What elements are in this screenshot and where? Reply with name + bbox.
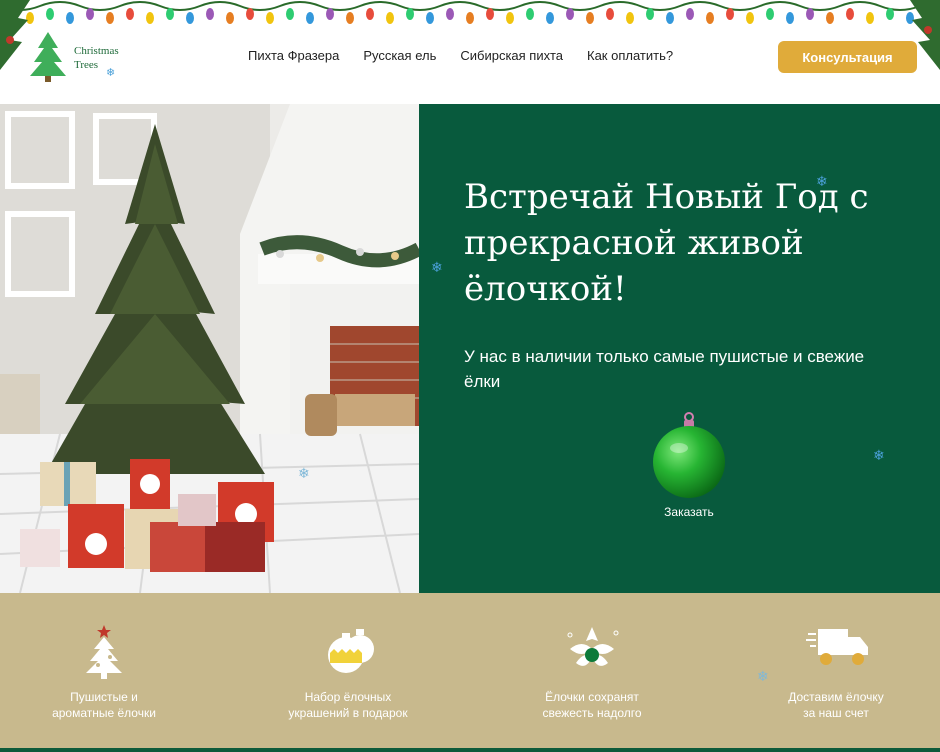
garland-bulb: [726, 8, 734, 20]
garland-bulb: [326, 8, 334, 20]
logo-text-line1: Christmas: [74, 45, 119, 57]
garland-bulb: [406, 8, 414, 20]
garland-bulb: [766, 8, 774, 20]
garland-bulb: [206, 8, 214, 20]
snowflake-icon: ❄: [298, 465, 310, 481]
feature-label-line2: ароматные ёлочки: [52, 706, 156, 720]
garland-bulb: [266, 12, 274, 24]
nav-item-fraser-fir[interactable]: Пихта Фразера: [248, 48, 339, 63]
site-logo[interactable]: Christmas Trees ❄: [28, 30, 138, 86]
ornaments-icon: [328, 629, 374, 673]
garland-bulb: [186, 12, 194, 24]
order-button[interactable]: Заказать: [651, 412, 727, 522]
garland-bulb: [346, 12, 354, 24]
garland-bulb: [386, 12, 394, 24]
garland-bulb: [286, 8, 294, 20]
christmas-ball-icon: [653, 412, 725, 498]
hero-title: Встречай Новый Год с прекрасной живой ёл…: [464, 177, 869, 309]
bottom-divider: [0, 748, 940, 752]
feature-label-line2: за наш счет: [803, 706, 869, 720]
garland-bulb: [806, 8, 814, 20]
garland-bulb: [46, 8, 54, 20]
feature-label-line2: украшений в подарок: [288, 706, 408, 720]
delivery-truck-icon: [806, 629, 868, 665]
garland-bulb: [486, 8, 494, 20]
tree-logo-icon: [30, 32, 66, 82]
garland-bulb: [506, 12, 514, 24]
snowflake-icon: ❄: [431, 259, 443, 275]
nav-item-russian-spruce[interactable]: Русская ель: [363, 48, 436, 63]
main-nav: Пихта Фразера Русская ель Сибирская пихт…: [248, 48, 697, 63]
feature-label-line2: свежесть надолго: [542, 706, 642, 720]
garland-bulb: [466, 12, 474, 24]
snowflake-icon: ❄: [873, 447, 885, 463]
garland-bulb: [786, 12, 794, 24]
garland-bulb: [686, 8, 694, 20]
garland-bulb: [426, 12, 434, 24]
decorated-tree-icon: [86, 625, 122, 679]
garland-bulb: [566, 8, 574, 20]
garland-bulb: [66, 12, 74, 24]
nav-item-how-to-pay[interactable]: Как оплатить?: [587, 48, 673, 63]
garland-bulb: [646, 8, 654, 20]
hero-photo: [0, 104, 419, 593]
hero-panel: Встречай Новый Год с прекрасной живой ёл…: [419, 104, 940, 593]
garland-bulb: [306, 12, 314, 24]
garland-bulb: [546, 12, 554, 24]
christmas-tree-room-image: [0, 104, 419, 593]
garland-bulb: [586, 12, 594, 24]
garland-bulb: [826, 12, 834, 24]
garland-bulb: [146, 12, 154, 24]
garland-bulb: [626, 12, 634, 24]
garland-bulb: [246, 8, 254, 20]
garland-bulb: [166, 8, 174, 20]
snowflake-icon: ❄: [757, 668, 769, 684]
snowflake-icon: ❄: [106, 67, 116, 79]
order-button-label: Заказать: [664, 505, 714, 519]
garland-bulb: [106, 12, 114, 24]
feature-label-line1: Ёлочки сохранят: [545, 690, 639, 704]
feature-label-line1: Набор ёлочных: [304, 690, 392, 704]
nav-item-siberian-fir[interactable]: Сибирская пихта: [460, 48, 563, 63]
logo-text-line2: Trees: [74, 59, 99, 71]
garland-bulb: [846, 8, 854, 20]
consultation-button[interactable]: Консультация: [778, 41, 917, 73]
garland-bulb: [526, 8, 534, 20]
garland-bulb: [606, 8, 614, 20]
garland-bulb: [226, 12, 234, 24]
garland-bulb: [86, 8, 94, 20]
snowflake-icon: ❄: [816, 173, 828, 189]
garland-bulb: [706, 12, 714, 24]
garland-bulb: [366, 8, 374, 20]
garland-bulb: [446, 8, 454, 20]
features-band: Пушистые и ароматные ёлочки Набор ёлочны…: [0, 593, 940, 752]
garland-bulb: [886, 8, 894, 20]
site-header: Christmas Trees ❄ Пихта Фразера Русская …: [0, 0, 940, 104]
feature-label-line1: Доставим ёлочку: [788, 690, 884, 704]
garland-bulb: [746, 12, 754, 24]
garland-bulb: [866, 12, 874, 24]
leaf-fresh-icon: [567, 627, 619, 666]
hero-subtitle: У нас в наличии только самые пушистые и …: [464, 347, 865, 391]
garland-bulb: [126, 8, 134, 20]
feature-label-line1: Пушистые и: [70, 690, 138, 704]
garland-bulb: [666, 12, 674, 24]
christmas-lights-garland: [0, 1, 940, 24]
